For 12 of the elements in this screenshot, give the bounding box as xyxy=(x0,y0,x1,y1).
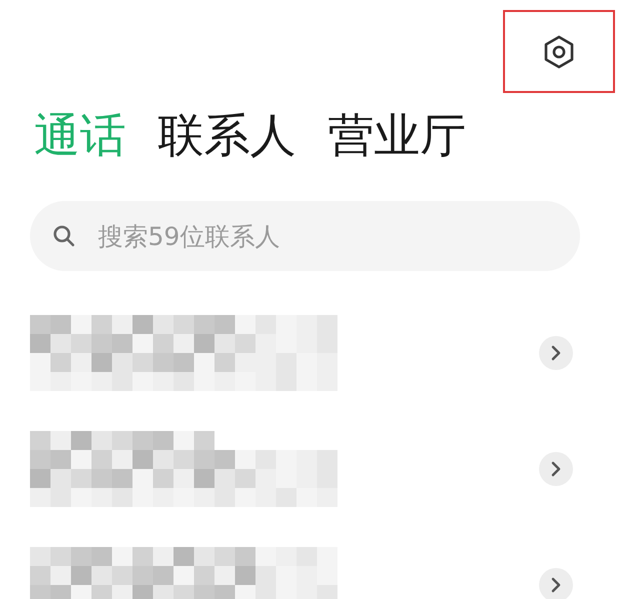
chevron-button[interactable] xyxy=(539,336,573,370)
tab[interactable]: 营业厅 xyxy=(328,112,466,158)
search-icon xyxy=(52,224,76,248)
chevron-right-icon xyxy=(551,577,561,593)
search-field[interactable]: 搜索59位联系人 xyxy=(30,201,580,271)
chevron-button[interactable] xyxy=(539,568,573,599)
chevron-right-icon xyxy=(551,461,561,477)
chevron-button[interactable] xyxy=(539,452,573,486)
settings-button[interactable] xyxy=(503,10,615,93)
tab[interactable]: 联系人 xyxy=(158,112,296,158)
settings-icon xyxy=(543,34,575,68)
chevron-right-icon xyxy=(551,345,561,361)
